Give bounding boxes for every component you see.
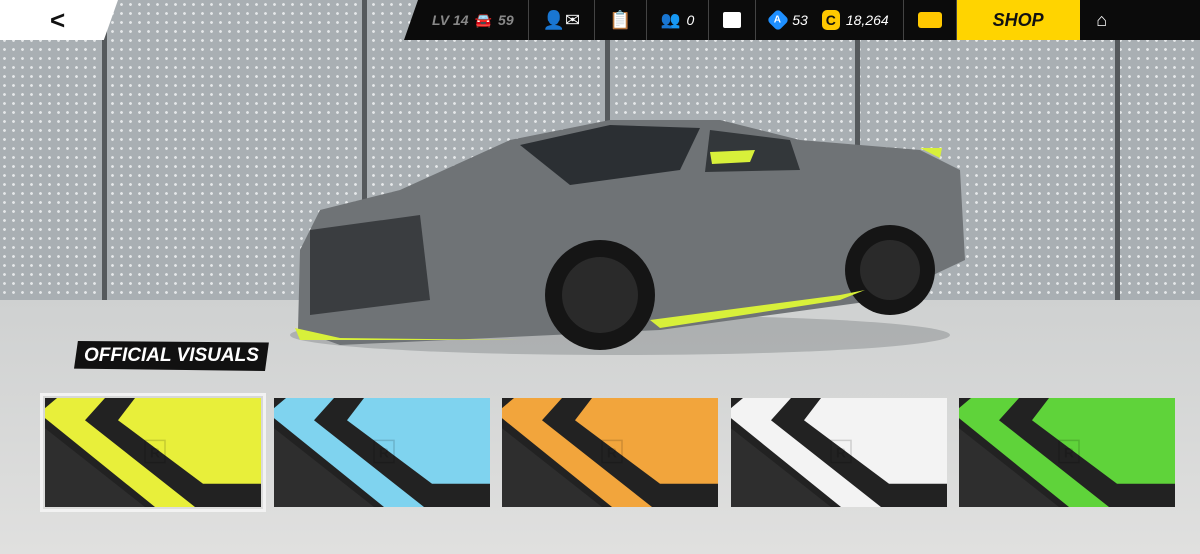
crate-button[interactable] — [904, 0, 957, 40]
wall-pillar — [1115, 0, 1120, 330]
car-count: 59 — [498, 12, 514, 28]
currency-display[interactable]: A 53 C 18,264 — [756, 0, 904, 40]
watermark: R — [379, 444, 389, 460]
profile-mail-icon: 👤✉ — [542, 9, 581, 30]
top-bar: LV 14 🚘 59 👤✉ 📋 👥 0 A 53 C 18,264 SHOP ⌂ — [404, 0, 1200, 40]
friends-count: 0 — [686, 12, 695, 28]
crate-icon — [917, 12, 942, 28]
swatch-graphic: R — [502, 398, 718, 507]
swatch-graphic: R — [45, 398, 261, 507]
swatch-graphic: R — [274, 398, 490, 507]
watermark: R — [836, 444, 846, 460]
shop-button[interactable]: SHOP — [956, 0, 1080, 40]
watermark: R — [150, 444, 160, 460]
watermark: R — [607, 444, 617, 460]
a-currency-amount: 53 — [792, 12, 808, 28]
friends-icon: 👥 — [660, 12, 681, 29]
tasks-button[interactable]: 📋 — [595, 0, 647, 40]
level-text: LV 14 — [432, 12, 469, 28]
credits-amount: 18,264 — [845, 12, 889, 28]
home-icon: ⌂ — [1096, 9, 1108, 30]
chat-icon — [723, 12, 742, 28]
back-arrow-icon: < — [50, 4, 66, 35]
swatch-blue[interactable]: R — [274, 398, 490, 507]
back-button[interactable]: < — [0, 0, 118, 40]
car-preview[interactable] — [280, 100, 980, 360]
profile-messages-button[interactable]: 👤✉ — [529, 0, 596, 40]
home-button[interactable]: ⌂ — [1080, 0, 1124, 40]
swatch-green[interactable]: R — [959, 398, 1175, 507]
swatch-yellow[interactable]: R — [40, 393, 266, 512]
swatch-orange[interactable]: R — [502, 398, 718, 507]
chat-button[interactable] — [709, 0, 757, 40]
level-display: LV 14 🚘 59 — [404, 0, 529, 40]
car-icon: 🚘 — [474, 11, 493, 28]
watermark: R — [1064, 444, 1074, 460]
section-label: OFFICIAL VISUALS — [74, 341, 269, 371]
wall-pillar — [102, 0, 107, 330]
friends-button[interactable]: 👥 0 — [647, 0, 710, 40]
a-currency-letter: A — [774, 14, 782, 26]
swatch-white[interactable]: R — [731, 398, 947, 507]
swatch-graphic: R — [959, 398, 1175, 507]
clipboard-check-icon: 📋 — [609, 9, 632, 30]
a-currency-icon: A — [766, 8, 790, 32]
swatch-graphic: R — [731, 398, 947, 507]
shop-label: SHOP — [992, 9, 1044, 30]
credits-icon: C — [821, 10, 840, 30]
